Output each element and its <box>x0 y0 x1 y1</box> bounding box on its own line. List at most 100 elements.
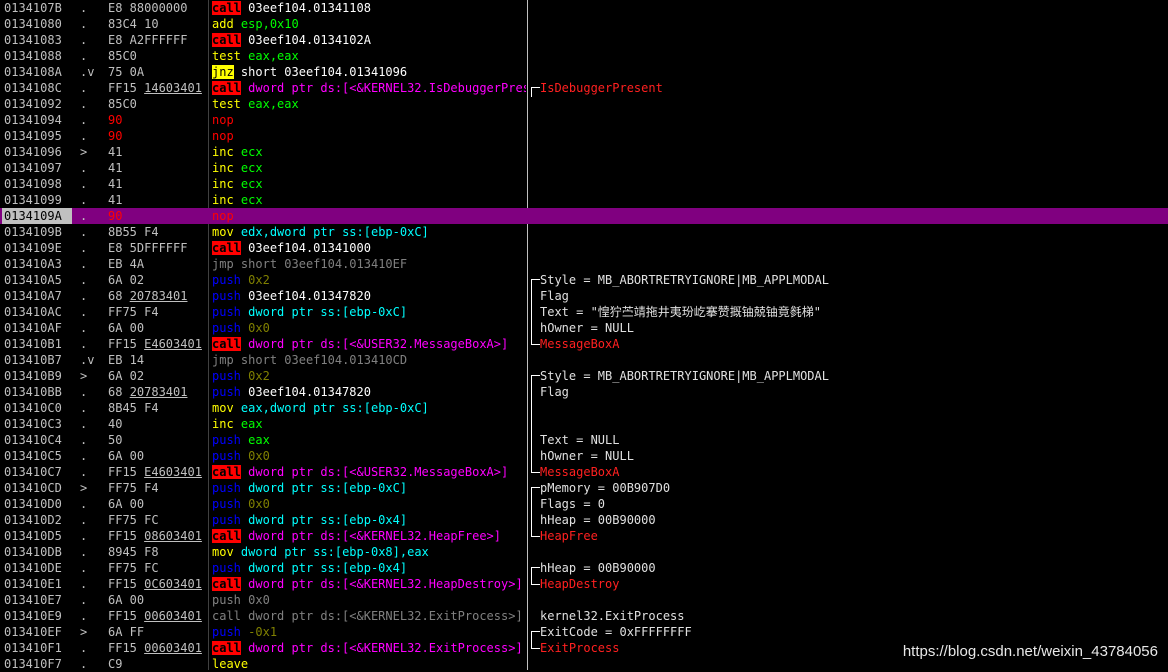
instruction-row[interactable]: 01341097. 41 inc ecx <box>0 160 1168 176</box>
flow-marker: . <box>80 97 88 111</box>
instruction-text: call dword ptr ds:[<&USER32.MessageBoxA>… <box>212 336 526 352</box>
opcode-bytes: 83C4 10 <box>108 17 159 31</box>
instruction-row[interactable]: 013410BB. 68 20783401 push 03eef104.013478… <box>0 384 1168 400</box>
mnemonic: push <box>212 433 241 447</box>
opcode-bytes: 50 <box>108 433 123 447</box>
instruction-row[interactable]: 013410DE. FF75 FC push dword ptr ss:[ebp-0… <box>0 560 1168 577</box>
instruction-text: test eax,eax <box>212 48 526 64</box>
mnemonic: inc <box>212 177 234 191</box>
opcode-bytes-prefix: FF15 <box>108 337 145 351</box>
instruction-text: push dword ptr ss:[ebp-0x4] <box>212 560 526 576</box>
instruction-row[interactable]: 013410C0. 8B45 F4 mov eax,dword ptr ss:[eb… <box>0 400 1168 416</box>
instruction-row[interactable]: 01341096 >41 inc ecx <box>0 144 1168 160</box>
instruction-row[interactable]: 0134109B. 8B55 F4 mov edx,dword ptr ss:[eb… <box>0 224 1168 240</box>
comment-cell: IsDebuggerPresent <box>540 81 663 95</box>
opcode-bytes: 6A 02 <box>108 273 145 287</box>
instruction-row[interactable]: 013410B9 >6A 02 push 0x2 Style = MB_ABORTRE… <box>0 368 1168 385</box>
mnemonic: mov <box>212 225 234 239</box>
instruction-row[interactable]: 013410E7. 6A 00 push 0x0 <box>0 592 1168 608</box>
instruction-row[interactable]: 013410A3. EB 4A jmp short 03eef104.013410E… <box>0 256 1168 272</box>
comment-cell: Flag <box>540 289 569 303</box>
instruction-text: call 03eef104.0134102A <box>212 32 526 48</box>
instruction-row[interactable]: 013410C3. 40 inc eax <box>0 416 1168 432</box>
opcode-bytes-prefix: FF15 <box>108 465 145 479</box>
instruction-row[interactable]: 013410C4. 50 push eax Text = NULL <box>0 432 1168 448</box>
operands: eax,eax <box>248 49 299 63</box>
instruction-row[interactable]: 0134107B. E8 88000000 call 03eef104.013411… <box>0 0 1168 16</box>
opcode-bytes: 41 <box>108 177 123 191</box>
comment-cell: HeapDestroy <box>540 577 620 591</box>
mnemonic: push <box>212 369 241 383</box>
instruction-row[interactable]: 013410A5. 6A 02 push 0x2 Style = MB_ABORTRE… <box>0 272 1168 289</box>
argument-bracket <box>531 496 540 512</box>
instruction-text: call dword ptr ds:[<&KERNEL32.ExitProces… <box>212 640 526 656</box>
flow-marker: . <box>80 225 88 239</box>
comment-cell: Flags = 0 <box>540 497 606 511</box>
instruction-text: jmp short 03eef104.013410EF <box>212 256 526 272</box>
instruction-row[interactable]: 013410C7. FF15 E4603401 call dword ptr ds:… <box>0 464 1168 480</box>
instruction-row[interactable]: 01341092. 85C0 test eax,eax <box>0 96 1168 112</box>
flow-marker: . <box>80 337 88 351</box>
watermark: https://blog.csdn.net/weixin_43784056 <box>902 643 1158 660</box>
operands: dword ptr ds:[<&KERNEL32.ExitProcess>] <box>248 609 523 623</box>
instruction-row[interactable]: 0134109E. E8 5DFFFFFF call 03eef104.013410… <box>0 240 1168 256</box>
instruction-row[interactable]: 013410DB. 8945 F8 mov dword ptr ss:[ebp-0x… <box>0 544 1168 560</box>
mnemonic: call <box>212 81 241 95</box>
opcode-bytes: FF75 FC <box>108 513 159 527</box>
opcode-bytes: 8B55 F4 <box>108 225 159 239</box>
instruction-row[interactable]: 013410A7. 68 20783401 push 03eef104.013478… <box>0 288 1168 304</box>
operands: 0x0 <box>248 497 270 511</box>
opcode-bytes: FF15 E4603401 <box>108 464 208 480</box>
instruction-text: call dword ptr ds:[<&KERNEL32.HeapFree>] <box>212 528 526 544</box>
opcode-bytes: 8B45 F4 <box>108 401 159 415</box>
operands: 03eef104.01347820 <box>248 385 371 399</box>
instruction-row[interactable]: 01341083. E8 A2FFFFFF call 03eef104.013410… <box>0 32 1168 48</box>
instruction-row[interactable]: 01341080. 83C4 10 add esp,0x10 <box>0 16 1168 32</box>
instruction-row[interactable]: 013410D5. FF15 08603401 call dword ptr ds:… <box>0 528 1168 544</box>
instruction-text: inc ecx <box>212 176 526 192</box>
mnemonic: nop <box>212 113 234 127</box>
instruction-row[interactable]: 01341095. 90 nop <box>0 128 1168 144</box>
instruction-row[interactable]: 0134108C. FF15 14603401 call dword ptr ds:… <box>0 80 1168 97</box>
instruction-row[interactable]: 013410B7 .v EB 14 jmp short 03eef104.013410… <box>0 352 1168 368</box>
instruction-row[interactable]: 01341088. 85C0 test eax,eax <box>0 48 1168 64</box>
instruction-row[interactable]: 01341099. 41 inc ecx <box>0 192 1168 208</box>
opcode-bytes: 41 <box>108 161 123 175</box>
instruction-row[interactable]: 013410B1. FF15 E4603401 call dword ptr ds:… <box>0 336 1168 352</box>
flow-marker: . <box>80 385 88 399</box>
instruction-row[interactable]: 013410E9. FF15 00603401 call dword ptr ds:… <box>0 608 1168 624</box>
instruction-row[interactable]: 013410AC. FF75 F4 push dword ptr ss:[ebp-0… <box>0 304 1168 320</box>
instruction-row[interactable]: 013410E1. FF15 0C603401 call dword ptr ds:… <box>0 576 1168 592</box>
instruction-row[interactable]: 013410EF >6A FF push -0x1 ExitCode = 0xFFFF… <box>0 624 1168 641</box>
instruction-row[interactable]: 013410CD > FF75 F4 push dword ptr ss:[ebp-0… <box>0 480 1168 497</box>
comment-cell: Style = MB_ABORTRETRYIGNORE|MB_APPLMODAL <box>540 273 829 287</box>
disassembly-pane[interactable]: 0134107B. E8 88000000 call 03eef104.013411… <box>0 0 1168 671</box>
mnemonic: call <box>212 577 241 591</box>
instruction-row[interactable]: 0134108A .v 75 0A jnz short 03eef104.013410… <box>0 64 1168 80</box>
instruction-row[interactable]: 013410AF. 6A 00 push 0x0 hOwner = NULL <box>0 320 1168 336</box>
mnemonic: call <box>212 33 241 47</box>
instruction-text: push -0x1 <box>212 624 526 640</box>
mnemonic: inc <box>212 161 234 175</box>
instruction-row[interactable]: 013410C5. 6A 00 push 0x0 hOwner = NULL <box>0 448 1168 464</box>
instruction-row[interactable]: 01341098. 41 inc ecx <box>0 176 1168 192</box>
instruction-text: push 0x2 <box>212 368 526 384</box>
instruction-text: add esp,0x10 <box>212 16 526 32</box>
mnemonic: push <box>212 449 241 463</box>
mnemonic: push <box>212 321 241 335</box>
comment-cell: MessageBoxA <box>540 465 620 479</box>
comment-cell: MessageBoxA <box>540 337 620 351</box>
instruction-row[interactable]: 013410D0. 6A 00 push 0x0 Flags = 0 <box>0 496 1168 512</box>
instruction-row[interactable]: 013410D2. FF75 FC push dword ptr ss:[ebp-0… <box>0 512 1168 528</box>
argument-bracket <box>531 448 540 464</box>
mnemonic: call <box>212 337 241 351</box>
opcode-bytes: 6A 00 <box>108 593 145 607</box>
mnemonic: test <box>212 97 241 111</box>
instruction-row[interactable]: 01341094. 90 nop <box>0 112 1168 128</box>
flow-marker: . <box>80 289 88 303</box>
instruction-text: mov dword ptr ss:[ebp-0x8],eax <box>212 544 526 560</box>
selected-instruction-row[interactable]: 0134109A. 90 nop <box>0 208 1168 224</box>
comment-cell: HeapFree <box>540 529 598 543</box>
address-cell: 0134109A <box>2 208 72 224</box>
flow-marker: . <box>80 513 88 527</box>
